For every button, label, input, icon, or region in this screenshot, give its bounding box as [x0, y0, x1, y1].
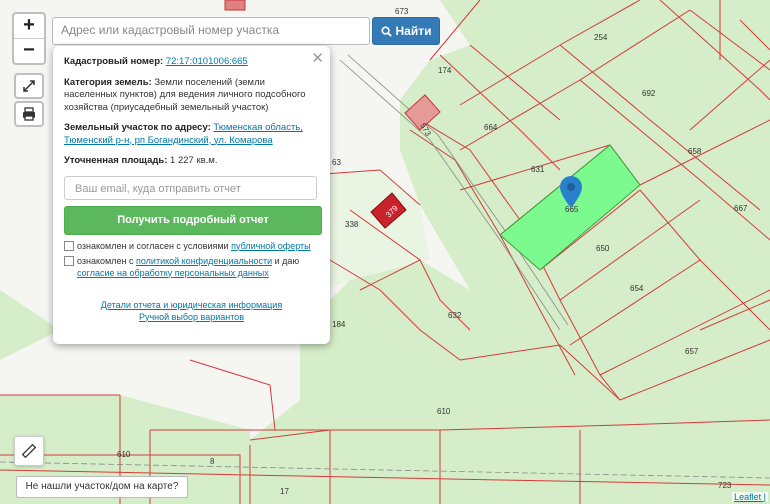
area-label: Уточненная площадь:: [64, 155, 168, 166]
parcel-label: 658: [688, 147, 702, 156]
privacy-consent-tail: и даю: [274, 255, 300, 266]
parcel-label: 610: [117, 450, 131, 459]
parcel-label: 17: [280, 487, 289, 496]
offer-checkbox[interactable]: [64, 240, 74, 251]
land-category-label: Категория земель:: [64, 76, 152, 88]
location-pin-icon[interactable]: [560, 176, 582, 213]
privacy-consent-text: ознакомлен с: [77, 255, 134, 266]
zoom-in-button[interactable]: +: [14, 14, 44, 38]
parcel-label: 673: [395, 7, 409, 16]
parcel-label: 667: [734, 204, 748, 213]
privacy-policy-link[interactable]: политикой конфиденциальности: [136, 256, 272, 266]
area-value: 1 227 кв.м.: [170, 155, 218, 166]
parcel-label: 610: [437, 407, 451, 416]
fullscreen-button[interactable]: [14, 73, 44, 99]
parcel-label: 63: [332, 158, 341, 167]
offer-consent-text: ознакомлен и согласен с условиями: [77, 240, 229, 251]
get-report-button[interactable]: Получить подробный отчет: [64, 205, 322, 235]
search-icon: [380, 25, 392, 37]
attribution: Leaflet |: [732, 492, 768, 502]
parcel-label: 657: [685, 347, 699, 356]
parcel-label: 664: [484, 123, 498, 132]
address-row: Земельный участок по адресу: Тюменская о…: [64, 122, 319, 147]
measure-button[interactable]: [14, 436, 44, 466]
not-found-button[interactable]: Не нашли участок/дом на карте?: [16, 476, 188, 498]
ruler-icon: [21, 443, 37, 459]
find-button[interactable]: Найти: [372, 17, 440, 45]
printer-icon: [23, 107, 35, 121]
parcel-label: 8: [210, 457, 215, 466]
email-field[interactable]: Ваш email, куда отправить отчет: [64, 175, 317, 200]
popup-footer-links: Детали отчета и юридическая информация Р…: [64, 299, 319, 323]
privacy-checkbox[interactable]: [64, 255, 74, 266]
zoom-control: + −: [12, 12, 46, 65]
close-icon[interactable]: ✕: [311, 49, 324, 67]
land-category-row: Категория земель: Земли поселений (земли…: [64, 77, 319, 115]
parcel-label: 254: [594, 33, 608, 42]
zoom-out-button[interactable]: −: [14, 38, 44, 63]
area-row: Уточненная площадь: 1 227 кв.м.: [64, 155, 319, 168]
parcel-label: 692: [642, 89, 656, 98]
cadastral-number-link[interactable]: 72:17:0101006:665: [166, 56, 248, 67]
search-input[interactable]: [53, 18, 369, 42]
parcel-label: 631: [531, 165, 545, 174]
expand-icon: [23, 80, 35, 92]
leaflet-link[interactable]: Leaflet |: [734, 492, 766, 502]
parcel-label: 654: [630, 284, 644, 293]
parcel-label: 650: [596, 244, 610, 253]
cadastral-number-label: Кадастровый номер:: [64, 56, 164, 67]
public-offer-link[interactable]: публичной оферты: [231, 241, 311, 251]
privacy-consent-row: ознакомлен с политикой конфиденциальност…: [64, 255, 319, 279]
cadastral-number-row: Кадастровый номер: 72:17:0101006:665: [64, 56, 319, 69]
parcel-label: 184: [332, 320, 346, 329]
parcel-label: 338: [345, 220, 359, 229]
offer-consent-row: ознакомлен и согласен с условиями публич…: [64, 240, 319, 252]
print-button[interactable]: [14, 101, 44, 127]
manual-selection-link[interactable]: Ручной выбор вариантов: [139, 312, 244, 322]
parcel-info-popup: ✕ Кадастровый номер: 72:17:0101006:665 К…: [53, 46, 330, 344]
search-box: [52, 17, 370, 45]
parcel-label: 174: [438, 66, 452, 75]
address-label: Земельный участок по адресу:: [64, 122, 211, 133]
report-details-link[interactable]: Детали отчета и юридическая информация: [101, 300, 282, 310]
find-button-label: Найти: [395, 24, 432, 38]
data-processing-consent-link[interactable]: согласие на обработку персональных данны…: [77, 268, 269, 278]
parcel-label: 632: [448, 311, 462, 320]
parcel-label: 723: [718, 481, 732, 490]
